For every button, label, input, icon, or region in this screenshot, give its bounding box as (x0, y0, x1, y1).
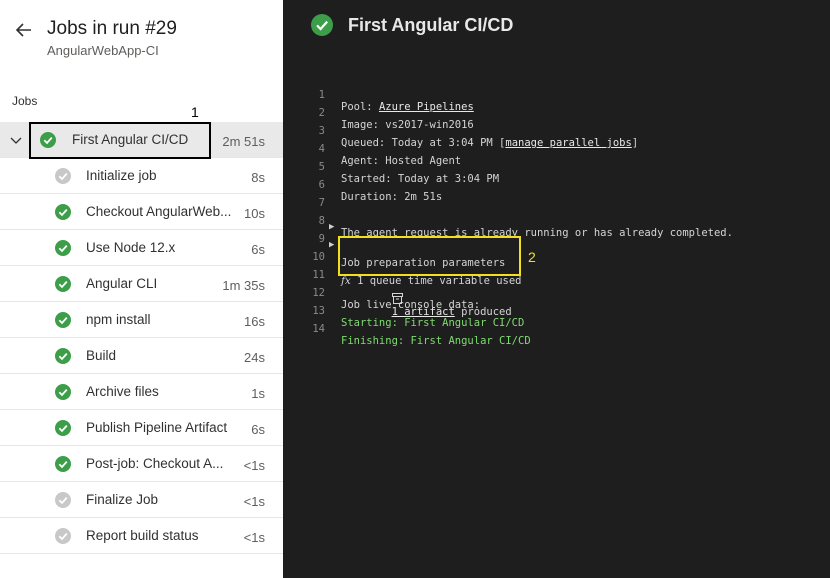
step-duration: 1m 35s (222, 278, 265, 293)
step-duration: <1s (243, 530, 265, 545)
jobs-heading: Jobs (12, 94, 38, 108)
step-duration: <1s (243, 494, 265, 509)
success-check-icon (311, 14, 333, 36)
jobs-panel: Jobs in run #29 AngularWebApp-CI Jobs Fi… (0, 0, 283, 578)
success-check-icon (55, 312, 71, 328)
skipped-check-icon (55, 528, 71, 544)
success-check-icon (55, 276, 71, 292)
success-check-icon (55, 348, 71, 364)
success-check-icon (55, 420, 71, 436)
step-label: Finalize Job (86, 492, 159, 507)
log-line: 13 Starting: First Angular CI/CD (283, 293, 830, 329)
callout-number-1: 1 (191, 104, 199, 120)
log-line: 2 Image: vs2017-win2016 (283, 95, 830, 131)
job-duration: 2m 51s (222, 134, 265, 149)
step-label: Checkout AngularWeb... (86, 204, 232, 219)
expand-triangle-icon[interactable]: ▶ (329, 222, 334, 232)
step-duration: 10s (244, 206, 265, 221)
step-label: Build (86, 348, 117, 363)
step-row[interactable]: Finalize Job <1s (0, 482, 283, 518)
step-label: Angular CLI (86, 276, 158, 291)
step-label: Use Node 12.x (86, 240, 176, 255)
step-duration: 6s (251, 422, 265, 437)
chevron-down-icon[interactable] (10, 134, 22, 146)
step-duration: 6s (251, 242, 265, 257)
step-row[interactable]: Post-job: Checkout A... <1s (0, 446, 283, 482)
log-line: 7 (283, 185, 830, 209)
step-row[interactable]: Publish Pipeline Artifact 6s (0, 410, 283, 446)
step-label: Report build status (86, 528, 199, 543)
step-row[interactable]: Use Node 12.x 6s (0, 230, 283, 266)
success-check-icon (55, 384, 71, 400)
step-row[interactable]: Checkout AngularWeb... 10s (0, 194, 283, 230)
log-title: First Angular CI/CD (348, 15, 514, 35)
step-row[interactable]: Angular CLI 1m 35s (0, 266, 283, 302)
step-label: Archive files (86, 384, 159, 399)
step-label: npm install (86, 312, 151, 327)
log-line: 5 Started: Today at 3:04 PM (283, 149, 830, 185)
step-row[interactable]: Report build status <1s (0, 518, 283, 554)
log-line: 6 Duration: 2m 51s (283, 167, 830, 203)
expand-triangle-icon[interactable]: ▶ (329, 240, 334, 250)
log-line: 14 Finishing: First Angular CI/CD (283, 311, 830, 347)
step-label: Post-job: Checkout A... (86, 456, 224, 471)
step-duration: <1s (243, 458, 265, 473)
back-arrow-icon[interactable] (14, 20, 34, 40)
line-number: 14 (312, 323, 325, 335)
step-row[interactable]: Archive files 1s (0, 374, 283, 410)
step-row[interactable]: npm install 16s (0, 302, 283, 338)
log-panel: First Angular CI/CD 1 Pool: Azure Pipeli… (283, 0, 830, 578)
log-line: 8 The agent request is already running o… (283, 203, 830, 239)
success-check-icon (55, 456, 71, 472)
success-check-icon (55, 204, 71, 220)
step-row[interactable]: Initialize job 8s (0, 158, 283, 194)
step-label: Initialize job (86, 168, 157, 183)
log-line: 4 Agent: Hosted Agent (283, 131, 830, 167)
step-duration: 16s (244, 314, 265, 329)
log-line: 3 Queued: Today at 3:04 PM [manage paral… (283, 113, 830, 149)
skipped-check-icon (55, 492, 71, 508)
success-check-icon (55, 240, 71, 256)
log-line: 1 Pool: Azure Pipelines (283, 77, 830, 113)
pipeline-name: AngularWebApp-CI (47, 43, 159, 58)
step-row[interactable]: Build 24s (0, 338, 283, 374)
step-duration: 8s (251, 170, 265, 185)
callout-box-1 (29, 122, 211, 159)
step-label: Publish Pipeline Artifact (86, 420, 228, 435)
skipped-check-icon (55, 168, 71, 184)
log-line: 12 Job live console data: (283, 275, 830, 311)
log-text: Finishing: First Angular CI/CD (341, 335, 531, 347)
step-duration: 24s (244, 350, 265, 365)
callout-box-2 (338, 236, 521, 276)
step-duration: 1s (251, 386, 265, 401)
page-title: Jobs in run #29 (47, 18, 177, 39)
callout-number-2: 2 (528, 249, 536, 265)
